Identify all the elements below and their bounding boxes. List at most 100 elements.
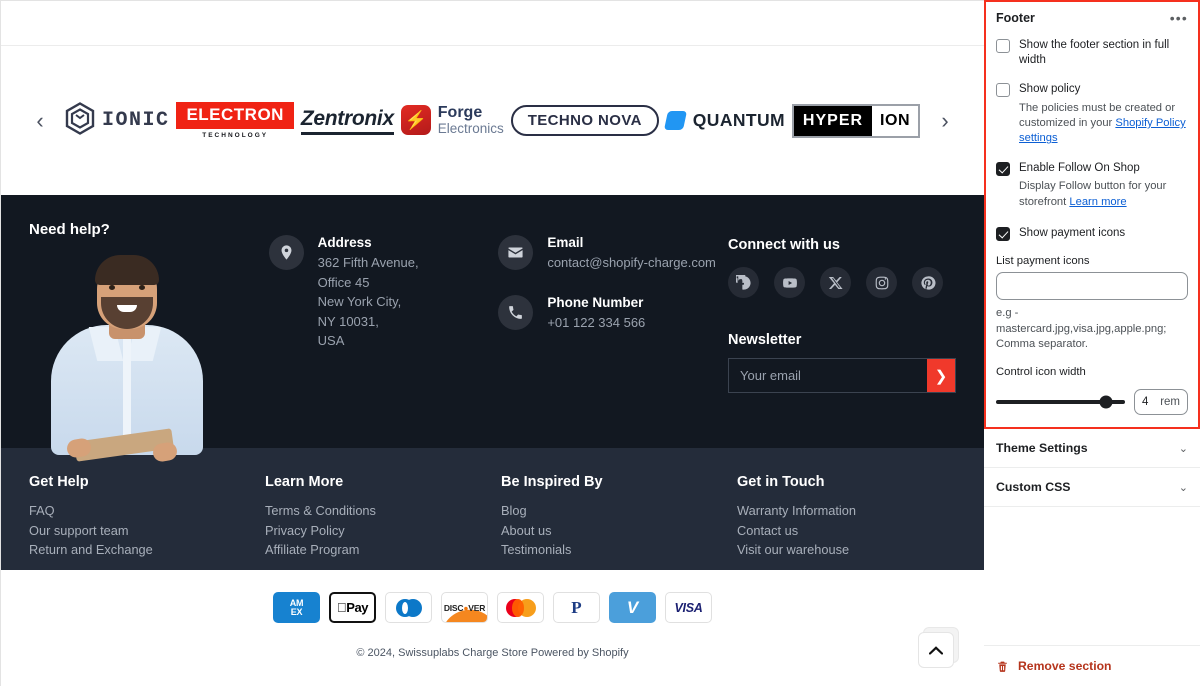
discover-icon: DISC●VER <box>441 592 488 623</box>
footer-link[interactable]: Return and Exchange <box>29 540 265 560</box>
brand-logo-electron[interactable]: ELECTRON TECHNOLOGY <box>176 98 294 144</box>
footer-link-columns: Get Help FAQ Our support team Return and… <box>1 448 984 570</box>
copyright-text: © 2024, Swissuplabs Charge Store Powered… <box>1 631 984 659</box>
email-title: Email <box>547 235 716 250</box>
hyperion-wordmark-part1: HYPER <box>794 106 872 136</box>
checkbox-show-policy[interactable] <box>996 83 1010 97</box>
brand-logo-hyperion[interactable]: HYPER ION <box>792 98 920 144</box>
footer-link[interactable]: Contact us <box>737 521 856 541</box>
footer-column-get-help: Get Help FAQ Our support team Return and… <box>29 474 265 542</box>
brand-logo-forge[interactable]: ⚡ Forge Electronics <box>401 98 504 144</box>
brand-logo-quantum[interactable]: QUANTUM <box>666 98 785 144</box>
setting-enable-follow-on-shop[interactable]: Enable Follow On Shop <box>986 147 1198 176</box>
quantum-square-icon <box>664 111 687 130</box>
footer-link[interactable]: Terms & Conditions <box>265 501 501 521</box>
address-line-4: NY 10031, <box>318 312 419 332</box>
footer-link[interactable]: Privacy Policy <box>265 521 501 541</box>
pinterest-icon[interactable] <box>912 267 943 298</box>
ionic-hexagon-icon <box>65 102 95 140</box>
brand-logo-techno-nova[interactable]: TECHNO NOVA <box>511 98 659 144</box>
footer-link[interactable]: About us <box>501 521 737 541</box>
checkbox-show-footer-full-width[interactable] <box>996 39 1010 53</box>
discover-label: DISC●VER <box>444 603 485 613</box>
address-line-2: Office 45 <box>318 273 419 293</box>
more-options-icon[interactable]: ••• <box>1170 14 1188 22</box>
brand-logo-carousel: ‹ IONIC <box>1 46 984 195</box>
instagram-icon[interactable] <box>866 267 897 298</box>
footer-link[interactable]: Visit our warehouse <box>737 540 856 560</box>
footer-link[interactable]: Our support team <box>29 521 265 541</box>
need-help-heading: Need help? <box>29 221 269 238</box>
newsletter-submit-button[interactable]: ❯ <box>927 359 955 392</box>
footer-section-settings-group: Footer ••• Show the footer section in fu… <box>984 0 1200 429</box>
app-root: ‹ IONIC <box>0 0 1200 686</box>
phone-icon <box>498 295 533 330</box>
footer-link[interactable]: Blog <box>501 501 737 521</box>
footer-column-be-inspired-by: Be Inspired By Blog About us Testimonial… <box>501 474 737 542</box>
email-value[interactable]: contact@shopify-charge.com <box>547 253 716 273</box>
footer-connect-column: Connect with us <box>728 221 956 393</box>
remove-section-button[interactable]: Remove section <box>984 645 1200 686</box>
carousel-prev-arrow-icon[interactable]: ‹ <box>27 101 53 141</box>
column-heading: Learn More <box>265 474 501 490</box>
accordion-theme-settings[interactable]: Theme Settings ⌄ <box>984 429 1200 468</box>
youtube-icon[interactable] <box>774 267 805 298</box>
footer-link[interactable]: Warranty Information <box>737 501 856 521</box>
list-payment-icons-input[interactable] <box>996 272 1188 300</box>
chevron-down-icon: ⌄ <box>1179 481 1188 494</box>
techno-nova-wordmark: TECHNO NOVA <box>511 105 659 136</box>
newsletter-heading: Newsletter <box>728 332 956 348</box>
address-title: Address <box>318 235 419 250</box>
quantum-wordmark: QUANTUM <box>693 110 785 131</box>
forge-subtitle: Electronics <box>438 121 504 137</box>
list-payment-icons-hint: e.g - mastercard.jpg,visa.jpg,apple.png;… <box>986 300 1198 352</box>
learn-more-link[interactable]: Learn more <box>1069 196 1126 208</box>
footer-column-learn-more: Learn More Terms & Conditions Privacy Po… <box>265 474 501 542</box>
social-links <box>728 267 956 298</box>
envelope-icon <box>498 235 533 270</box>
preview-top-blank-bar <box>1 1 984 46</box>
chevron-up-icon <box>929 646 943 655</box>
address-line-5: USA <box>318 331 419 351</box>
setting-show-policy[interactable]: Show policy <box>986 68 1198 97</box>
brand-logo-zentronix[interactable]: Zentronix <box>301 98 394 144</box>
footer-link[interactable]: Affiliate Program <box>265 540 501 560</box>
remove-section-label: Remove section <box>1018 659 1111 673</box>
facebook-icon[interactable] <box>728 267 759 298</box>
footer-link[interactable]: FAQ <box>29 501 265 521</box>
page-title: Footer <box>996 11 1035 25</box>
zentronix-wordmark: Zentronix <box>301 107 394 135</box>
carousel-next-arrow-icon[interactable]: › <box>932 101 958 141</box>
accordion-label: Theme Settings <box>996 441 1088 455</box>
control-icon-width-slider[interactable] <box>996 400 1125 404</box>
checkbox-show-payment-icons[interactable] <box>996 227 1010 241</box>
apple-pay-label: Pay <box>337 600 368 615</box>
phone-value[interactable]: +01 122 334 566 <box>547 313 645 333</box>
setting-show-payment-icons[interactable]: Show payment icons <box>986 210 1198 241</box>
control-icon-width-value-box[interactable]: 4 rem <box>1134 389 1188 415</box>
newsletter-email-input[interactable] <box>729 359 927 392</box>
chevron-down-icon: ⌄ <box>1179 442 1188 455</box>
follow-on-shop-help-text: Display Follow button for your storefron… <box>986 176 1198 210</box>
slider-thumb[interactable] <box>1099 396 1112 409</box>
apple-pay-icon: Pay <box>329 592 376 623</box>
checkbox-enable-follow-on-shop[interactable] <box>996 162 1010 176</box>
accordion-custom-css[interactable]: Custom CSS ⌄ <box>984 468 1200 507</box>
visa-icon: VISA <box>665 592 712 623</box>
ionic-wordmark: IONIC <box>102 109 170 132</box>
control-icon-width-control: 4 rem <box>986 383 1198 415</box>
brand-logo-ionic[interactable]: IONIC <box>65 98 170 144</box>
back-to-top-button[interactable] <box>918 632 954 668</box>
control-icon-width-value: 4 <box>1142 396 1148 408</box>
venmo-icon: V <box>609 592 656 623</box>
paypal-label: P <box>571 598 581 618</box>
contact-email: Email contact@shopify-charge.com <box>498 235 728 273</box>
x-twitter-icon[interactable] <box>820 267 851 298</box>
footer-link[interactable]: Testimonials <box>501 540 737 560</box>
setting-show-footer-full-width[interactable]: Show the footer section in full width <box>986 34 1198 68</box>
control-icon-width-unit: rem <box>1160 396 1180 408</box>
list-payment-icons-label: List payment icons <box>986 241 1198 272</box>
support-agent-illustration <box>45 247 209 452</box>
contact-address: Address 362 Fifth Avenue, Office 45 New … <box>269 235 499 351</box>
newsletter-form: ❯ <box>728 358 956 393</box>
